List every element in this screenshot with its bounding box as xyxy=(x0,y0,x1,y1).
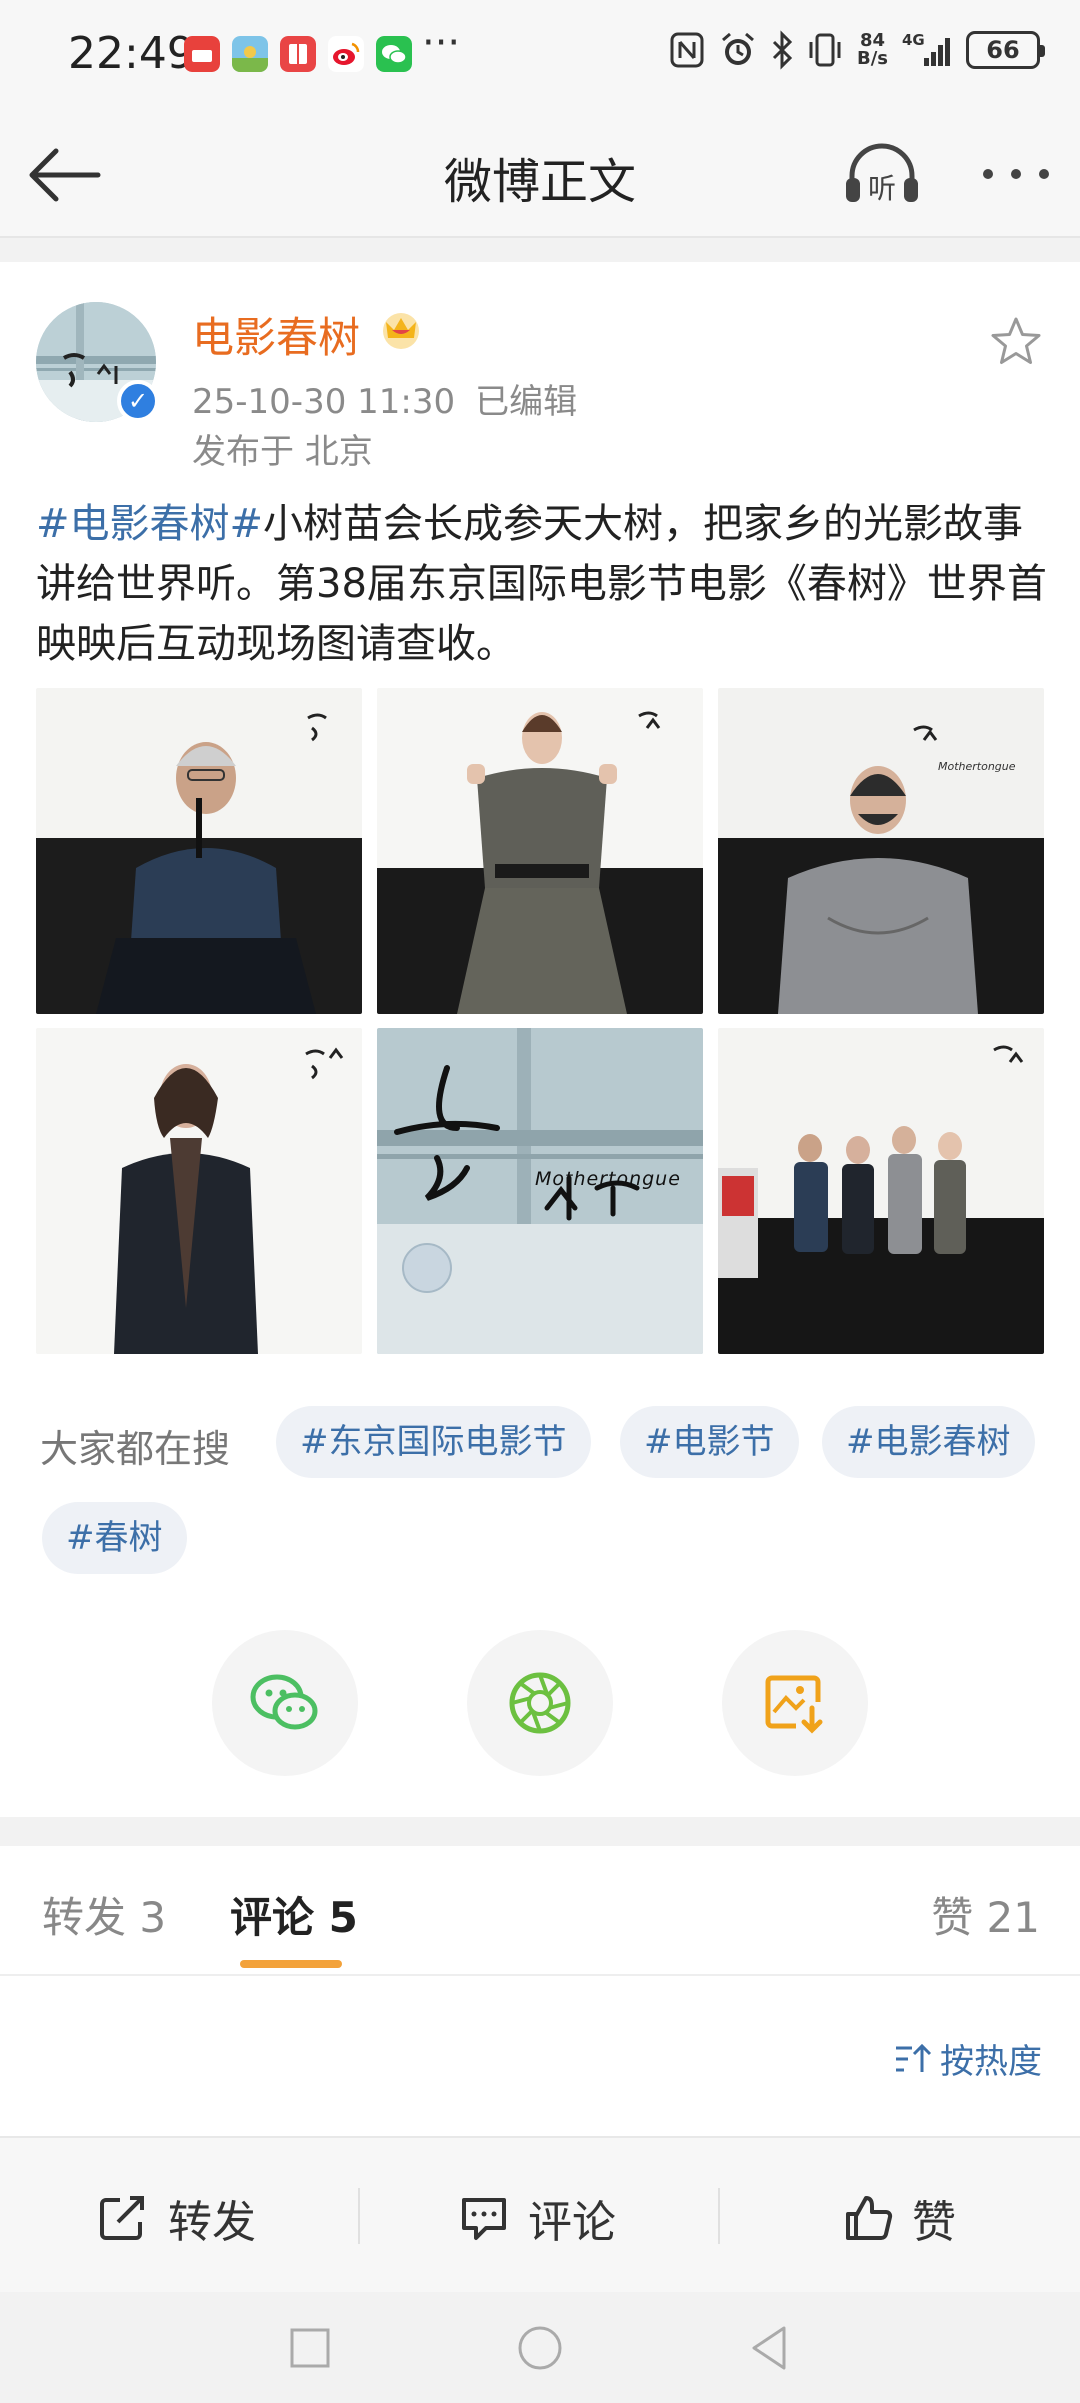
photo-4[interactable] xyxy=(36,1028,362,1354)
photo-5-poster[interactable]: Mothertongue xyxy=(377,1028,703,1354)
like-button[interactable]: 赞 xyxy=(844,2186,956,2250)
more-notifications-icon: ··· xyxy=(422,20,461,66)
tab-repost[interactable]: 转发 3 xyxy=(42,1884,166,1945)
wechat-icon xyxy=(250,1674,318,1730)
photo-6-image xyxy=(718,1028,1044,1354)
poster-subtitle: Mothertongue xyxy=(535,1168,681,1190)
repost-label: 转发 xyxy=(168,2197,256,2248)
status-time: 22:49 xyxy=(68,28,195,79)
more-options-icon[interactable] xyxy=(976,144,1056,204)
like-label: 赞 xyxy=(912,2197,956,2248)
svg-text:4G: 4G xyxy=(902,31,925,49)
photo-4-image xyxy=(36,1028,362,1354)
interaction-tabs: 转发 3 评论 5 赞 21 xyxy=(0,1846,1080,1976)
status-bar: 22:49 ··· 84 B/s 4G 66 xyxy=(0,0,1080,112)
back-icon[interactable] xyxy=(740,2318,800,2378)
search-tag-2[interactable]: #电影节 xyxy=(620,1406,799,1478)
photo-3-image: Mothertongue xyxy=(718,688,1044,1014)
save-image-icon xyxy=(765,1675,823,1734)
edited-label: 已编辑 xyxy=(475,382,578,422)
battery-indicator: 66 xyxy=(966,31,1045,69)
thumbs-up-icon xyxy=(846,2196,893,2240)
post-time: 25-10-30 11:30 xyxy=(192,382,456,422)
game-app-icon xyxy=(232,36,268,72)
repost-icon xyxy=(100,2196,144,2240)
wechat-app-icon xyxy=(376,36,412,72)
photo-5-image xyxy=(377,1028,703,1354)
sort-by-hot-button[interactable]: 按热度 xyxy=(894,2034,1042,2083)
photo-6[interactable] xyxy=(718,1028,1044,1354)
share-wechat-button[interactable] xyxy=(212,1630,358,1776)
save-image-button[interactable] xyxy=(722,1630,868,1776)
bluetooth-icon xyxy=(772,30,793,70)
nfc-icon xyxy=(670,32,704,68)
repost-button[interactable]: 转发 xyxy=(98,2186,256,2250)
share-moments-button[interactable] xyxy=(467,1630,613,1776)
post-hashtag[interactable]: #电影春树# xyxy=(36,501,263,547)
divider xyxy=(358,2188,360,2244)
comment-icon xyxy=(462,2198,506,2240)
search-tag-1[interactable]: #东京国际电影节 xyxy=(276,1406,591,1478)
signal-icon: 4G xyxy=(902,31,950,66)
shopping-app-icon xyxy=(184,36,220,72)
post-card: ✓ 电影春树 25-10-30 11:30 已编辑 发布于 北京 #电影春树#小树… xyxy=(0,262,1080,1817)
comment-sort-bar: 按热度 xyxy=(0,1976,1080,2136)
alarm-icon xyxy=(722,32,754,65)
trending-search-label: 大家都在搜 xyxy=(40,1427,231,1471)
sort-label: 按热度 xyxy=(940,2042,1042,2082)
active-tab-indicator xyxy=(240,1960,342,1968)
photo-1-image xyxy=(36,688,362,1014)
bottom-action-bar: 转发 评论 赞 xyxy=(0,2136,1080,2292)
home-icon[interactable] xyxy=(510,2318,570,2378)
post-body: #电影春树#小树苗会长成参天大树，把家乡的光影故事讲给世界听。第38届东京国际电… xyxy=(36,494,1048,674)
photo-3[interactable]: Mothertongue xyxy=(718,688,1044,1014)
net-speed: 84 B/s xyxy=(856,30,888,69)
divider xyxy=(718,2188,720,2244)
nav-bar: 微博正文 听 xyxy=(0,112,1080,238)
search-tag-3[interactable]: #电影春树 xyxy=(822,1406,1035,1478)
tab-comment[interactable]: 评论 5 xyxy=(230,1884,358,1945)
comment-label: 评论 xyxy=(528,2197,616,2248)
photo-grid: Mothertongue Mothertongue xyxy=(36,688,1044,1354)
photo-2[interactable] xyxy=(377,688,703,1014)
sort-icon xyxy=(896,2043,932,2072)
moments-icon xyxy=(509,1672,571,1734)
post-meta: 25-10-30 11:30 已编辑 xyxy=(192,374,597,423)
svg-text:听: 听 xyxy=(868,172,896,205)
comment-button[interactable]: 评论 xyxy=(458,2186,616,2250)
post-location: 发布于 北京 xyxy=(192,432,373,472)
favorite-star-icon[interactable] xyxy=(988,314,1044,370)
listen-icon[interactable]: 听 xyxy=(842,140,922,210)
reader-app-icon xyxy=(280,36,316,72)
vibrate-icon xyxy=(809,33,841,67)
crown-badge-icon[interactable] xyxy=(378,308,424,350)
photo-1[interactable] xyxy=(36,688,362,1014)
author-name[interactable]: 电影春树 xyxy=(192,304,360,365)
verified-badge-icon: ✓ xyxy=(117,380,159,422)
status-indicators: 84 B/s 4G 66 xyxy=(669,30,1045,70)
search-tag-4[interactable]: #春树 xyxy=(42,1502,187,1574)
tab-like[interactable]: 赞 21 xyxy=(931,1884,1040,1945)
photo-2-image xyxy=(377,688,703,1014)
system-navigation-bar xyxy=(0,2292,1080,2403)
recents-icon[interactable] xyxy=(280,2318,340,2378)
weibo-app-icon xyxy=(328,36,364,72)
svg-text:Mothertongue: Mothertongue xyxy=(938,760,1016,773)
notification-icons xyxy=(184,36,412,72)
